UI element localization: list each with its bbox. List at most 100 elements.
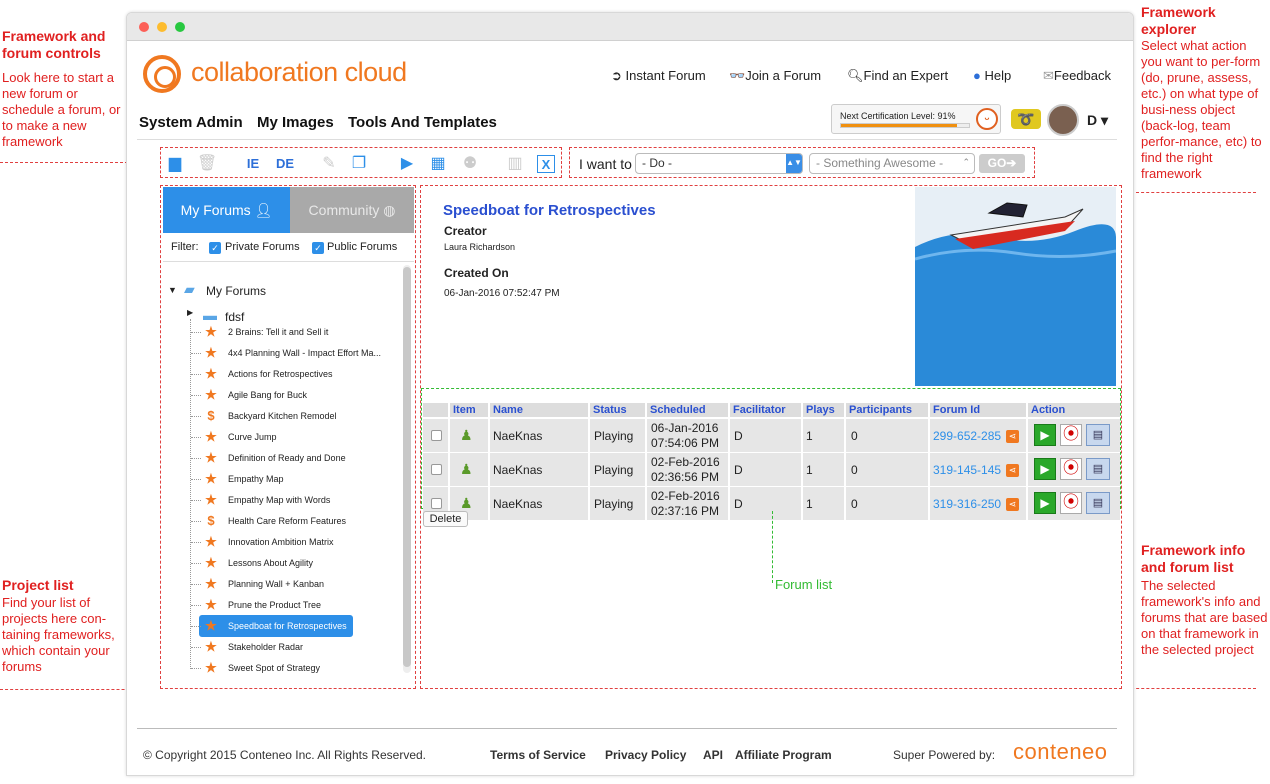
results-button[interactable]: ▤ [1086,492,1110,514]
ie-icon[interactable]: IE [243,155,263,173]
copy-icon[interactable]: ❐ [349,155,369,173]
privacy-link[interactable]: Privacy Policy [605,748,686,762]
th-action[interactable]: Action [1028,403,1120,417]
de-icon[interactable]: DE [273,155,297,173]
maximize-window-button[interactable] [175,22,185,32]
terms-link[interactable]: Terms of Service [490,748,586,762]
th-facilitator[interactable]: Facilitator [730,403,801,417]
tree-item[interactable]: ★ Actions for Retrospectives [163,365,403,385]
share-icon[interactable]: ⋖ [1006,464,1019,477]
go-button[interactable]: GO➔ [979,154,1025,173]
menu-tools-templates[interactable]: Tools And Templates [348,114,497,131]
star-icon: ★ [205,345,217,360]
feedback-link[interactable]: ✉Feedback [1043,68,1111,84]
expand-arrow-icon[interactable]: ▼ [168,285,177,295]
conteneo-logo[interactable]: conteneo [1013,739,1108,765]
play-button[interactable]: ▶ [1034,424,1056,446]
public-forums-checkbox[interactable]: ✓ [312,242,324,254]
user-icon: ♟ [460,427,473,443]
tree-item[interactable]: ★ 4x4 Planning Wall - Impact Effort Ma... [163,344,403,364]
tree-item[interactable]: $ Health Care Reform Features [163,512,403,532]
tree-item[interactable]: ★ Speedboat for Retrospectives [163,615,403,637]
excel-icon[interactable]: X [537,155,555,173]
stop-button[interactable]: ⦿ [1060,492,1082,514]
th-name[interactable]: Name [490,403,588,417]
tree-item[interactable]: ★ Curve Jump [163,428,403,448]
share-icon[interactable]: ⋖ [1006,430,1019,443]
th-forum-id[interactable]: Forum Id [930,403,1026,417]
tree-item[interactable]: ★ Prune the Product Tree [163,596,403,616]
scrollbar-thumb[interactable] [403,267,411,667]
facilitator: D [734,429,743,443]
forum-name[interactable]: NaeKnas [493,497,542,511]
th-status[interactable]: Status [590,403,645,417]
play-button[interactable]: ▶ [1034,458,1056,480]
instant-forum-link[interactable]: ➲ Instant Forum [611,68,706,84]
forum-id-link[interactable]: 319-145-145 [933,463,1001,477]
play-icon[interactable]: ▶ [397,155,417,173]
minimize-window-button[interactable] [157,22,167,32]
tree-item[interactable]: $ Backyard Kitchen Remodel [163,407,403,427]
chart-icon[interactable]: ▥ [505,155,525,173]
tree-item[interactable]: ★ Stakeholder Radar [163,638,403,658]
forum-id-link[interactable]: 299-652-285 [933,429,1001,443]
group-icon[interactable]: ⚉ [460,155,480,173]
tree-item[interactable]: ★ Agile Bang for Buck [163,386,403,406]
tree-item[interactable]: ★ Planning Wall + Kanban [163,575,403,595]
avatar[interactable] [1047,104,1079,136]
trash-icon[interactable]: 🗑︎ [197,155,217,173]
tree-connector [191,500,201,501]
tab-my-forums[interactable]: My Forums 👤︎ [163,187,290,233]
tab-community[interactable]: Community ◍ [290,187,414,233]
action-select[interactable]: - Do - ▲▼ [635,153,803,174]
play-button[interactable]: ▶ [1034,492,1056,514]
th-scheduled[interactable]: Scheduled [647,403,728,417]
stop-button[interactable]: ⦿ [1060,424,1082,446]
th-plays[interactable]: Plays [803,403,844,417]
affiliate-link[interactable]: Affiliate Program [735,748,832,762]
created-value: 06-Jan-2016 07:52:47 PM [444,288,560,299]
pencil-icon[interactable]: ✎ [319,155,339,173]
tree-folder-label[interactable]: fdsf [225,310,244,324]
tree-item[interactable]: ★ Sweet Spot of Strategy [163,659,403,679]
folder-icon[interactable]: ▆ [165,155,185,173]
action-select-value: - Do - [642,156,672,170]
delete-button[interactable]: Delete [423,511,468,527]
tree-item[interactable]: ★ Definition of Ready and Done [163,449,403,469]
join-forum-link[interactable]: 👓Join a Forum [729,68,821,84]
logo-text[interactable]: collaboration cloud [191,57,407,88]
share-icon[interactable]: ⋖ [1006,498,1019,511]
th-item[interactable]: Item [450,403,488,417]
th-participants[interactable]: Participants [846,403,928,417]
logo-icon[interactable] [143,55,181,93]
tree-item[interactable]: ★ Innovation Ambition Matrix [163,533,403,553]
results-button[interactable]: ▤ [1086,424,1110,446]
tree-root-label[interactable]: My Forums [206,284,266,298]
stop-button[interactable]: ⦿ [1060,458,1082,480]
row-checkbox[interactable] [431,498,442,509]
results-button[interactable]: ▤ [1086,458,1110,480]
private-forums-checkbox[interactable]: ✓ [209,242,221,254]
api-link[interactable]: API [703,748,723,762]
forum-name[interactable]: NaeKnas [493,463,542,477]
tree-item[interactable]: ★ Empathy Map with Words [163,491,403,511]
tree-item[interactable]: ★ Lessons About Agility [163,554,403,574]
find-expert-link[interactable]: 🔍︎Find an Expert [847,68,948,84]
collapse-arrow-icon[interactable]: ▶ [187,308,193,317]
menu-system-admin[interactable]: System Admin [139,114,243,131]
sidebar-scrollbar[interactable] [403,265,411,673]
tree-item[interactable]: ★ 2 Brains: Tell it and Sell it [163,323,403,343]
user-menu[interactable]: D ▾ [1087,112,1108,129]
certification-badge[interactable]: Next Certification Level: 91% ᵕ [831,104,1001,134]
tree-item[interactable]: ★ Empathy Map [163,470,403,490]
row-checkbox[interactable] [431,430,442,441]
forum-name[interactable]: NaeKnas [493,429,542,443]
calendar-icon[interactable]: ▦ [428,155,448,173]
close-window-button[interactable] [139,22,149,32]
object-select[interactable]: - Something Awesome - ⌃ [809,153,975,174]
forum-status: Playing [594,463,634,477]
menu-my-images[interactable]: My Images [257,114,334,131]
help-link[interactable]: ● Help [973,68,1011,83]
forum-id-link[interactable]: 319-316-250 [933,497,1001,511]
row-checkbox[interactable] [431,464,442,475]
